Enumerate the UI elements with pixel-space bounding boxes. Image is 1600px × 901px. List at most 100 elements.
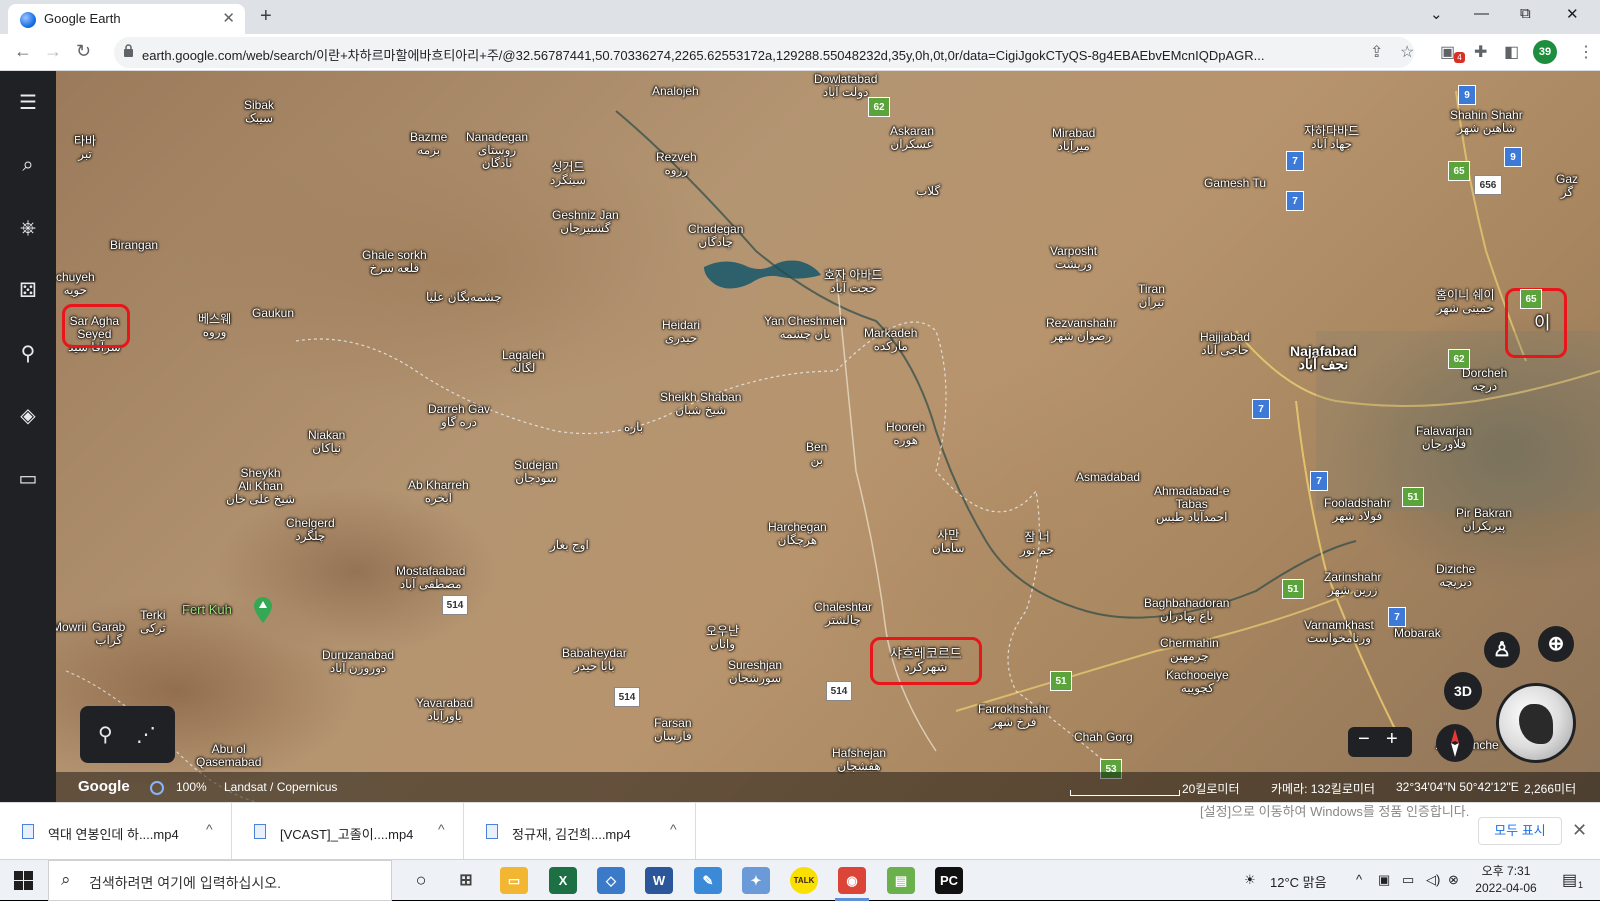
place-label[interactable]: Sureshjan سورشجان [728,659,782,685]
place-label[interactable]: Yan Cheshmeh یان چشمه [764,315,846,341]
place-label[interactable]: Ghale sorkh قلعه سرخ [362,249,427,275]
taskbar-app-icon[interactable]: X [549,867,577,894]
place-label[interactable]: Sheikh Shaban شیخ شبان [660,391,741,417]
chrome-menu-icon[interactable]: ⋮ [1578,42,1594,62]
place-label[interactable]: 호자 아바드 حجت آباد [824,269,883,295]
place-label[interactable]: Chaleshtar چالشتر [814,601,872,627]
taskbar-search-input[interactable]: ⌕ 검색하려면 여기에 입력하십시오. [48,860,392,901]
taskbar-app-icon[interactable]: ✎ [694,867,722,894]
place-label[interactable]: Kachooeiye کچوییه [1166,669,1229,695]
place-label[interactable]: Fooladshahr فولاد شهر [1324,497,1391,523]
place-label[interactable]: Askaran عسکران [890,125,934,151]
omnibox[interactable]: earth.google.com/web/search/이란+차하르마할에바흐티… [114,37,1414,68]
place-label[interactable]: Gamesh Tu [1204,177,1266,190]
place-label[interactable]: chuyeh حویه [56,271,95,297]
tab-close-icon[interactable]: ✕ [222,9,235,27]
place-label[interactable]: Heidari حیدری [662,319,700,345]
place-label[interactable]: Chah Gorg [1074,731,1133,744]
place-label[interactable]: باره [624,421,643,434]
taskbar-app-icon[interactable]: ▤ [887,867,915,894]
share-icon[interactable]: ⇪ [1370,42,1383,62]
tray-chevron-icon[interactable]: ^ [1356,872,1362,887]
place-label[interactable]: 타바 تبر [74,135,96,161]
extensions-puzzle-icon[interactable]: ✚ [1474,42,1487,62]
place-label[interactable]: Chermahin چرمهین [1160,637,1219,663]
place-label[interactable]: Rezveh رزوه [656,151,697,177]
weather-text[interactable]: 12°C 맑음 [1270,872,1327,891]
taskbar-app-icon[interactable]: ✦ [742,867,770,894]
restore-button[interactable]: ⧉ [1520,5,1531,22]
bookmark-star-icon[interactable]: ☆ [1400,42,1414,62]
taskbar-app-icon[interactable]: ◇ [597,867,625,894]
place-label[interactable]: 자하다바드 جهاد آباد [1304,125,1359,151]
place-label[interactable]: Abu ol Qasemabad [196,743,261,769]
reload-button[interactable]: ↻ [76,41,91,62]
place-label[interactable]: Bazme بزمه [410,131,447,157]
feeling-lucky-icon[interactable]: ⚄ [16,279,40,303]
place-label[interactable]: Chadegan چادگان [688,223,743,249]
place-label[interactable]: Hooreh هوره [886,421,925,447]
place-label[interactable]: Tiran تیران [1138,283,1165,309]
download-item[interactable]: 역대 연봉인데 하....mp4 ^ [0,803,232,860]
network-icon[interactable]: ▣ [1378,872,1390,888]
place-label[interactable]: Ab Kharreh ابخره [408,479,469,505]
imagery-credit[interactable]: Landsat / Copernicus [224,780,337,794]
menu-icon[interactable]: ☰ [16,91,40,115]
taskbar-app-icon[interactable]: ▭ [500,867,528,894]
place-label[interactable]: 사만 سامان [932,529,965,555]
place-label[interactable]: Chelgerd چلگرد [286,517,335,543]
chevron-up-icon[interactable]: ^ [438,821,445,837]
place-label[interactable]: Ahmadabad-e Tabas احمدآباد طبس [1154,485,1229,524]
projects-icon[interactable]: ⚲ [16,342,40,366]
place-label[interactable]: Rezvanshahr رضوان شهر [1046,317,1117,343]
my-location-icon[interactable]: ⊕ [1538,626,1574,662]
place-label[interactable]: 싱거드 سینگرد [550,161,586,187]
voyager-icon[interactable]: ⎈ [16,216,40,240]
place-label[interactable]: Dowlatabad دولت آباد [814,73,877,99]
chevron-up-icon[interactable]: ^ [206,821,213,837]
place-label[interactable]: گلاب [916,185,940,198]
ime-icon[interactable]: ⊗ [1448,872,1459,888]
place-label[interactable]: Asmadabad [1076,471,1140,484]
place-label[interactable]: Mobarak [1394,627,1441,640]
pegman-icon[interactable]: ♙ [1484,632,1520,668]
taskbar-app-icon[interactable]: PC [935,867,963,894]
taskbar-app-icon[interactable]: ⊞ [452,867,480,894]
place-label[interactable]: Mirabad میرآباد [1052,127,1095,153]
compass-icon[interactable] [1436,724,1474,762]
place-label[interactable]: Niakan نیاکان [308,429,345,455]
place-label[interactable]: Garab گراب [92,621,125,647]
place-label[interactable]: Varnamkhast ورنامخواست [1304,619,1374,645]
place-label[interactable]: 홈이니 쉐이 خمینی شهر [1436,289,1495,315]
notification-icon[interactable]: ▤ [1562,870,1577,890]
close-window-button[interactable]: ✕ [1566,5,1579,23]
taskbar-app-icon[interactable]: ○ [407,867,435,894]
draw-path-icon[interactable]: ⋰ [136,722,156,747]
map-viewport[interactable]: Dowlatabad دولت آباد Analojeh Sibak سیبک B… [56,71,1600,802]
place-label[interactable]: Mowrii [56,621,87,634]
place-label[interactable]: Sibak سیبک [244,99,274,125]
place-label[interactable]: Markadeh مارکده [864,327,917,353]
place-label[interactable]: Harchegan هرچگان [768,521,827,547]
place-label[interactable]: Baghbahadoran باغ بهادران [1144,597,1229,623]
place-label[interactable]: Nanadegan روستای نادگان [466,131,528,170]
place-label[interactable]: Darreh Gav دره گاو [428,403,490,429]
search-icon[interactable]: ⌕ [16,153,40,177]
place-label[interactable]: Babaheydar بابا حیدر [562,647,627,673]
place-label[interactable]: Duruzanabad دوروزن آباد [322,649,394,675]
side-panel-icon[interactable]: ◧ [1504,42,1519,62]
place-label[interactable]: 잠 너 جم نور [1020,531,1054,557]
taskbar-app-icon[interactable]: W [645,867,673,894]
park-pin-icon[interactable] [254,597,272,623]
place-label[interactable]: Zarinshahr زرین شهر [1324,571,1381,597]
place-label[interactable]: Birangan [110,239,158,252]
forward-button[interactable]: → [44,41,62,62]
place-label[interactable]: چشمه‌بگان علیا [426,291,502,304]
place-label[interactable]: 오우난 وانان [706,625,739,651]
add-placemark-icon[interactable]: ⚲ [98,722,113,747]
zoom-in-button[interactable]: + [1386,728,1398,751]
place-label-park[interactable]: Fert Kuh [182,603,232,616]
place-label[interactable]: Hafshejan هفشجان [832,747,886,773]
place-label[interactable]: Ben بن [806,441,827,467]
taskbar-app-icon[interactable]: TALK [790,867,818,894]
